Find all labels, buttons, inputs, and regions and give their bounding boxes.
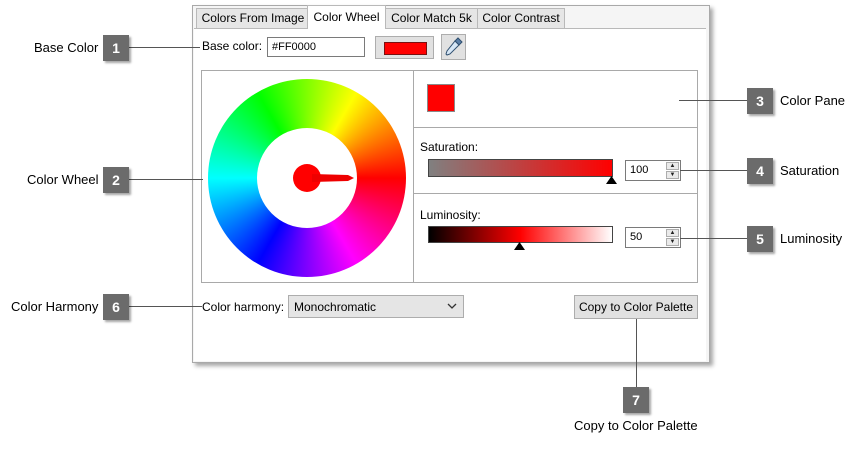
callout-badge-3: 3 (747, 88, 773, 114)
color-harmony-value: Monochromatic (294, 300, 377, 314)
callout-label-color-pane: Color Pane (780, 93, 846, 108)
eyedropper-button[interactable] (441, 34, 466, 60)
base-color-label: Base color: (202, 39, 263, 53)
triangle-marker-icon[interactable] (606, 176, 617, 184)
saturation-spinner[interactable]: 100 ▲ ▼ (625, 160, 681, 181)
callout-line (129, 306, 202, 307)
callout-line (636, 319, 637, 387)
base-color-input[interactable]: #FF0000 (267, 37, 365, 57)
saturation-value: 100 (630, 164, 649, 176)
callout-badge-7: 7 (623, 387, 649, 413)
callout-line (129, 47, 200, 48)
eyedropper-icon (445, 37, 463, 56)
callout-badge-1: 1 (103, 35, 129, 61)
luminosity-label: Luminosity: (420, 208, 481, 222)
callout-badge-6: 6 (103, 294, 129, 320)
luminosity-slider-track[interactable] (428, 226, 613, 243)
callout-line (680, 170, 747, 171)
copy-to-color-palette-button[interactable]: Copy to Color Palette (574, 295, 698, 319)
spin-up-icon[interactable]: ▲ (666, 162, 679, 170)
saturation-slider-track[interactable] (428, 159, 613, 177)
divider (414, 193, 697, 194)
tab-color-wheel[interactable]: Color Wheel (307, 5, 386, 29)
luminosity-value: 50 (630, 231, 643, 243)
callout-label-luminosity: Luminosity (780, 231, 843, 246)
copy-button-label: Copy to Color Palette (578, 300, 694, 314)
callout-label-saturation: Saturation (780, 163, 840, 178)
spin-down-icon[interactable]: ▼ (666, 238, 679, 246)
callout-label-color-wheel: Color Wheel (27, 172, 99, 187)
color-harmony-select[interactable]: Monochromatic (288, 295, 464, 318)
callout-label-copy-to-color-palette: Copy to Color Palette (574, 418, 698, 433)
divider (414, 127, 697, 128)
color-pane-panel: Saturation: 100 ▲ ▼ Luminosity: 50 ▲ ▼ (413, 70, 698, 283)
luminosity-spinner[interactable]: 50 ▲ ▼ (625, 227, 681, 248)
callout-line (680, 238, 747, 239)
callout-badge-5: 5 (747, 226, 773, 252)
triangle-marker-icon[interactable] (514, 242, 525, 250)
tab-colors-from-image[interactable]: Colors From Image (196, 8, 310, 28)
base-color-swatch-button[interactable] (375, 36, 434, 59)
callout-line (129, 179, 203, 180)
tab-color-match-5k[interactable]: Color Match 5k (384, 8, 479, 28)
callout-badge-4: 4 (747, 158, 773, 184)
saturation-label: Saturation: (420, 140, 479, 154)
spin-up-icon[interactable]: ▲ (666, 229, 679, 237)
base-color-swatch (384, 42, 427, 55)
chevron-down-icon (447, 303, 457, 309)
color-wheel[interactable] (202, 71, 413, 282)
color-pane-swatch (427, 84, 455, 112)
callout-line (679, 100, 747, 101)
callout-label-color-harmony: Color Harmony (11, 299, 99, 314)
tab-color-contrast[interactable]: Color Contrast (477, 8, 565, 28)
callout-label-base-color: Base Color (34, 40, 99, 55)
spin-down-icon[interactable]: ▼ (666, 171, 679, 179)
color-wheel-panel (201, 70, 414, 283)
color-harmony-label: Color harmony: (202, 300, 285, 314)
callout-badge-2: 2 (103, 167, 129, 193)
